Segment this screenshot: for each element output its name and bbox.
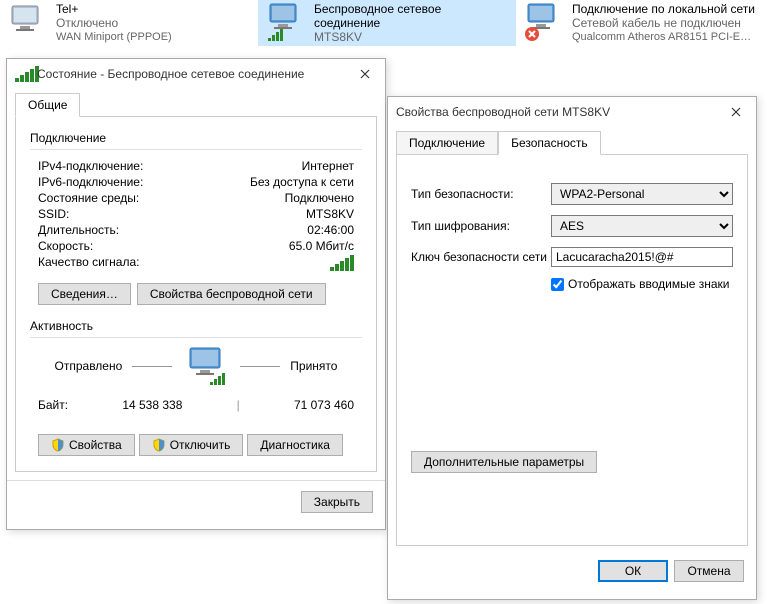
tab-connection[interactable]: Подключение	[396, 131, 498, 155]
advanced-button[interactable]: Дополнительные параметры	[411, 451, 597, 473]
duration-label: Длительность:	[38, 223, 119, 237]
show-chars-checkbox[interactable]	[551, 278, 564, 291]
media-label: Состояние среды:	[38, 191, 139, 205]
encryption-label: Тип шифрования:	[411, 219, 551, 233]
disconnect-button[interactable]: Отключить	[139, 434, 244, 456]
tab-general[interactable]: Общие	[15, 93, 80, 117]
bytes-label: Байт:	[38, 398, 68, 412]
media-value: Подключено	[285, 191, 354, 205]
ipv6-label: IPv6-подключение:	[38, 175, 143, 189]
conn-title: Tel+	[56, 2, 172, 16]
key-label: Ключ безопасности сети	[411, 250, 551, 264]
conn-detail: WAN Miniport (PPPOE)	[56, 30, 172, 44]
properties-button-label: Свойства	[69, 438, 122, 452]
speed-label: Скорость:	[38, 239, 93, 253]
sent-bytes: 14 538 338	[122, 398, 182, 412]
divider: |	[237, 398, 240, 412]
group-activity-label: Активность	[30, 319, 362, 333]
show-chars-label: Отображать вводимые знаки	[568, 277, 729, 291]
conn-title: Беспроводное сетевое соединение	[314, 2, 508, 30]
group-connection-label: Подключение	[30, 131, 362, 145]
ok-button[interactable]: ОК	[598, 560, 668, 582]
conn-status: Сетевой кабель не подключен	[572, 16, 755, 30]
ipv4-value: Интернет	[302, 159, 354, 173]
close-icon[interactable]	[724, 100, 748, 124]
activity-monitor-icon	[182, 346, 230, 386]
signal-label: Качество сигнала:	[38, 255, 139, 274]
conn-status: Отключено	[56, 16, 172, 30]
conn-title: Подключение по локальной сети	[572, 2, 755, 16]
security-type-label: Тип безопасности:	[411, 187, 551, 201]
tab-security[interactable]: Безопасность	[498, 131, 601, 155]
ipv4-label: IPv4-подключение:	[38, 159, 143, 173]
tab-content-general: Подключение IPv4-подключение: Интернет IP…	[15, 116, 377, 472]
details-button[interactable]: Сведения…	[38, 283, 131, 305]
conn-detail: Qualcomm Atheros AR8151 PCI-E…	[572, 30, 755, 44]
titlebar[interactable]: Свойства беспроводной сети MTS8KV	[388, 97, 756, 127]
network-connections-bar: Tel+ Отключено WAN Miniport (PPPOE) Бесп…	[0, 0, 770, 46]
ssid-label: SSID:	[38, 207, 69, 221]
tab-content-security: Тип безопасности: WPA2-Personal Тип шифр…	[396, 154, 748, 546]
shield-icon	[152, 438, 166, 452]
ssid-value: MTS8KV	[306, 207, 354, 221]
dialog-title: Свойства беспроводной сети MTS8KV	[396, 105, 724, 119]
wireless-props-button[interactable]: Свойства беспроводной сети	[137, 283, 326, 305]
sent-label: Отправлено	[55, 359, 123, 373]
monitor-error-icon	[524, 2, 564, 42]
security-type-select[interactable]: WPA2-Personal	[551, 183, 733, 205]
diagnose-button[interactable]: Диагностика	[247, 434, 343, 456]
shield-icon	[51, 438, 65, 452]
wireless-status-dialog: Состояние - Беспроводное сетевое соедине…	[6, 58, 386, 530]
conn-status: MTS8KV	[314, 30, 508, 44]
signal-icon	[15, 66, 31, 82]
connection-item-lan[interactable]: Подключение по локальной сети Сетевой ка…	[516, 0, 770, 46]
connection-item-wireless[interactable]: Беспроводное сетевое соединение MTS8KV	[258, 0, 516, 46]
close-icon[interactable]	[353, 62, 377, 86]
speed-value: 65.0 Мбит/с	[289, 239, 354, 253]
duration-value: 02:46:00	[307, 223, 354, 237]
close-button[interactable]: Закрыть	[301, 491, 373, 513]
dialog-title: Состояние - Беспроводное сетевое соедине…	[37, 67, 353, 81]
cancel-button[interactable]: Отмена	[674, 560, 744, 582]
monitor-wifi-icon	[266, 2, 306, 42]
disconnect-button-label: Отключить	[170, 438, 231, 452]
ipv6-value: Без доступа к сети	[250, 175, 354, 189]
titlebar[interactable]: Состояние - Беспроводное сетевое соедине…	[7, 59, 385, 89]
recv-bytes: 71 073 460	[294, 398, 354, 412]
wireless-properties-dialog: Свойства беспроводной сети MTS8KV Подклю…	[387, 96, 757, 600]
tabs: Общие	[15, 93, 377, 117]
monitor-icon	[8, 2, 48, 42]
security-key-input[interactable]	[551, 247, 733, 267]
recv-label: Принято	[290, 359, 337, 373]
properties-button[interactable]: Свойства	[38, 434, 135, 456]
signal-strength-icon	[330, 255, 354, 274]
tabs: Подключение Безопасность	[396, 131, 748, 155]
connection-item-tel[interactable]: Tel+ Отключено WAN Miniport (PPPOE)	[0, 0, 258, 46]
encryption-select[interactable]: AES	[551, 215, 733, 237]
